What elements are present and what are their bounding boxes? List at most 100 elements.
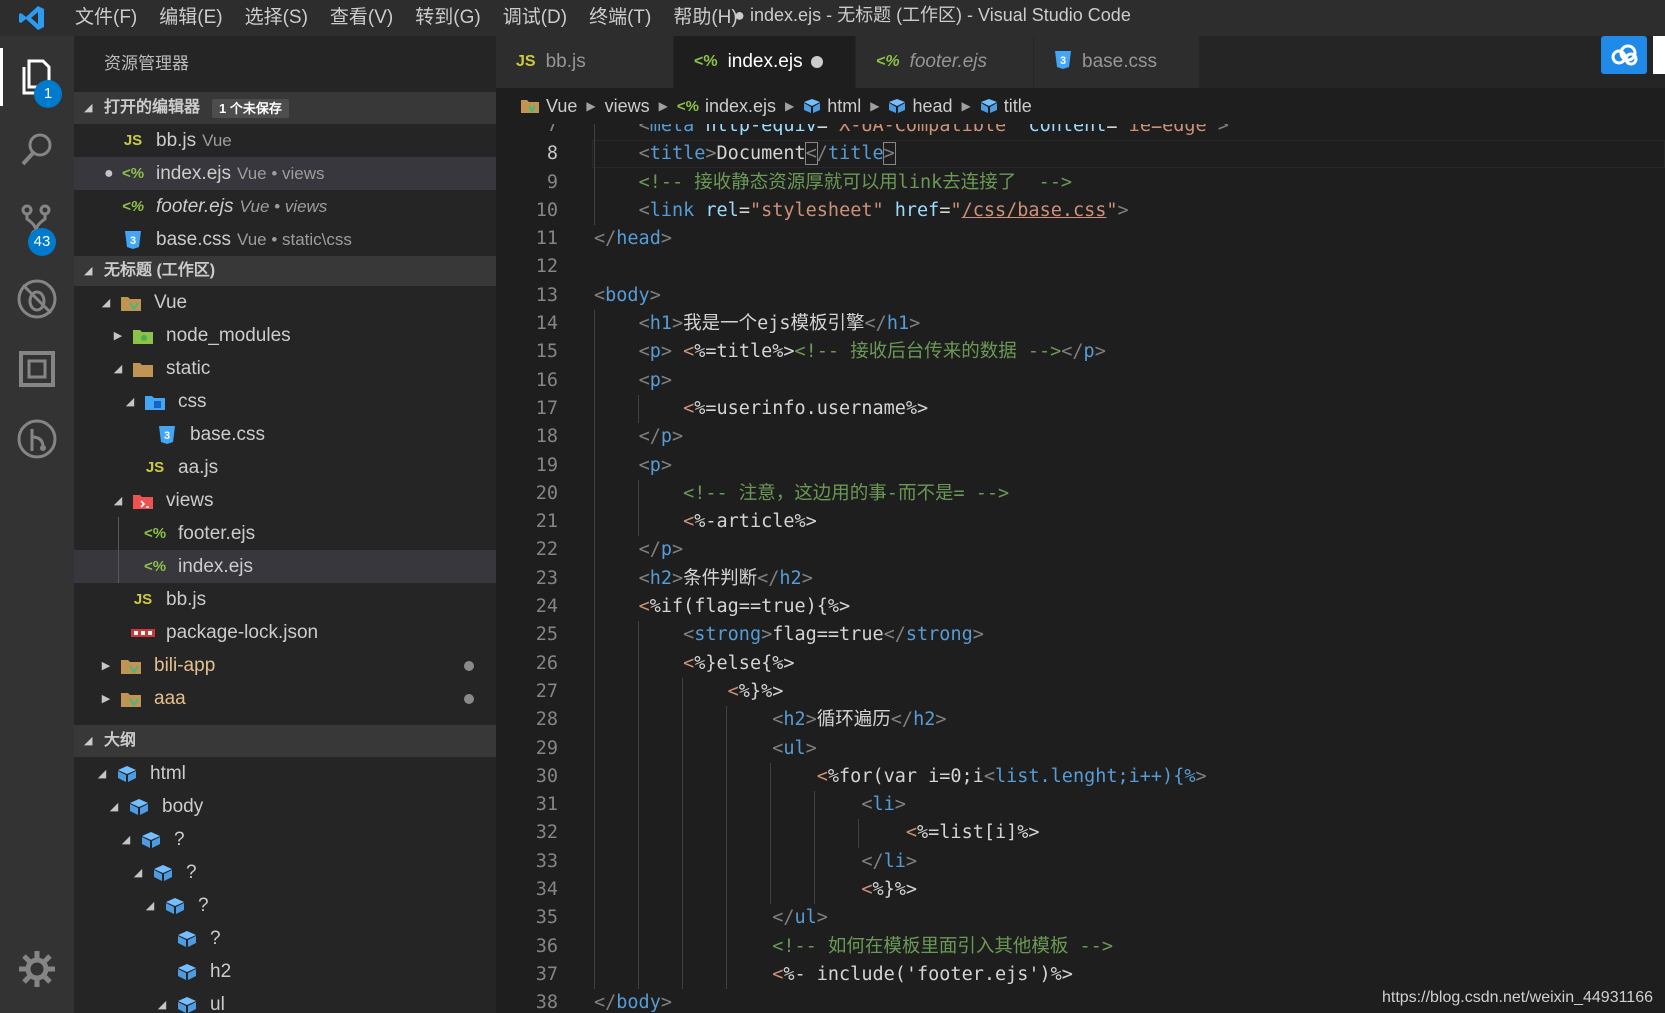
tree-item-vue[interactable]: ◢ Vue <box>74 286 496 319</box>
folder-open-icon <box>128 360 158 378</box>
outline-item[interactable]: ? <box>74 922 496 955</box>
line-number: 13 <box>535 284 558 306</box>
unsaved-badge: 1 个未保存 <box>212 98 289 118</box>
tab-footer-ejs[interactable]: <% footer.ejs <box>856 36 1034 88</box>
line-number: 35 <box>535 907 558 929</box>
tree-item-footer-ejs[interactable]: <% footer.ejs <box>74 517 496 550</box>
vue-folder-icon <box>116 294 146 312</box>
tree-item-package-lock[interactable]: package-lock.json <box>74 616 496 649</box>
line-number: 16 <box>535 369 558 391</box>
outline-item[interactable]: ◢ ? <box>74 823 496 856</box>
breadcrumb-item[interactable]: Vue <box>520 96 577 117</box>
code-editor[interactable]: 7 <meta http-equiv="X-UA-Compatible" con… <box>496 124 1665 1013</box>
modified-dot-icon <box>464 660 474 671</box>
open-editors-header[interactable]: ◢ 打开的编辑器 1 个未保存 <box>74 92 496 124</box>
breadcrumb-item[interactable]: views <box>605 96 650 117</box>
outline-item[interactable]: ◢ ul <box>74 988 496 1013</box>
line-number: 20 <box>535 482 558 504</box>
tree-item-bb-js[interactable]: JS bb.js <box>74 583 496 616</box>
git-graph-icon <box>17 419 57 459</box>
outline-item[interactable]: ◢ body <box>74 790 496 823</box>
outline-header[interactable]: ◢ 大纲 <box>74 725 496 757</box>
tree-item-node-modules[interactable]: ▶ node_modules <box>74 319 496 352</box>
chevron-right-icon: ▶ <box>785 99 795 113</box>
tree-item-views[interactable]: ◢ views <box>74 484 496 517</box>
line-text: <p> <%=title%><!-- 接收后台传来的数据 --></p> <box>594 338 1106 367</box>
unsaved-dot-icon[interactable] <box>811 56 823 68</box>
search-activity-button[interactable] <box>0 112 74 186</box>
code-line: 31 <li> <box>496 791 1665 820</box>
breadcrumb-label: index.ejs <box>704 95 776 116</box>
tree-item-label: aaa <box>154 687 186 709</box>
line-number: 14 <box>535 313 558 335</box>
ejs-file-icon: <% <box>876 53 900 70</box>
tree-item-bili-app[interactable]: ▶ bili-app <box>74 649 496 682</box>
extensions-activity-button[interactable] <box>0 332 74 406</box>
outline-item[interactable]: ◢ ? <box>74 889 496 922</box>
code-line: 12 <box>496 253 1665 281</box>
breadcrumb-item[interactable]: head <box>888 96 953 117</box>
menu-selection[interactable]: 选择(S) <box>234 0 319 36</box>
debug-activity-button[interactable] <box>0 262 74 336</box>
chevron-right-icon: ▶ <box>961 99 971 113</box>
tab-index-ejs[interactable]: <% index.ejs <box>674 36 856 88</box>
menu-edit[interactable]: 编辑(E) <box>148 0 233 36</box>
chevron-right-icon: ▶ <box>870 99 880 113</box>
tree-item-css[interactable]: ◢ css <box>74 385 496 418</box>
remote-activity-button[interactable] <box>0 402 74 476</box>
open-editor-item[interactable]: JS bb.js Vue <box>74 124 496 157</box>
unsaved-dot-icon[interactable]: ● <box>104 165 114 183</box>
outline-item-label: ? <box>174 828 185 850</box>
tree-item-label: css <box>178 390 207 412</box>
indent-guide <box>118 517 119 550</box>
views-folder-icon <box>128 492 158 510</box>
breadcrumb-item[interactable]: <% index.ejs <box>677 96 776 117</box>
explorer-sidebar: 资源管理器 ◢ 打开的编辑器 1 个未保存 JS bb.js Vue ● <% … <box>74 36 496 1013</box>
code-line: 19 <p> <box>496 451 1665 480</box>
breadcrumb-item[interactable]: title <box>980 96 1032 117</box>
chevron-down-icon: ◢ <box>101 297 111 309</box>
settings-activity-button[interactable] <box>0 932 74 1006</box>
element-cube-icon <box>112 765 142 783</box>
tree-item-aaa[interactable]: ▶ aaa <box>74 682 496 715</box>
line-number: 11 <box>535 228 558 250</box>
line-text: </li> <box>594 847 917 877</box>
tab-base-css[interactable]: 3 base.css <box>1034 36 1200 88</box>
chevron-down-icon: ◢ <box>84 265 93 277</box>
tab-bb-js[interactable]: JS bb.js <box>496 36 674 88</box>
outline-item[interactable]: ◢ ? <box>74 856 496 889</box>
line-text: </head> <box>594 228 672 250</box>
tree-item-index-ejs[interactable]: <% index.ejs <box>74 550 496 583</box>
code-line: 24 <%if(flag==true){%> <box>496 593 1665 622</box>
menu-file[interactable]: 文件(F) <box>64 0 148 36</box>
menu-help[interactable]: 帮助(H) <box>662 0 748 36</box>
line-text: <%-article%> <box>594 508 817 537</box>
outline-item[interactable]: h2 <box>74 955 496 988</box>
line-number: 37 <box>535 963 558 985</box>
open-editor-item[interactable]: 3 base.css Vue • static\css <box>74 223 496 256</box>
line-number: 33 <box>535 850 558 872</box>
menu-view[interactable]: 查看(V) <box>319 0 404 36</box>
breadcrumb-item[interactable]: html <box>803 96 861 117</box>
open-editor-desc: Vue • views <box>237 163 325 183</box>
line-number: 34 <box>535 879 558 901</box>
explorer-badge: 1 <box>34 80 62 108</box>
line-text: <%}%> <box>594 876 917 905</box>
source-control-activity-button[interactable]: 43 <box>0 186 74 260</box>
explorer-activity-button[interactable]: 1 <box>0 40 74 114</box>
workspace-header[interactable]: ◢ 无标题 (工作区) <box>74 256 496 286</box>
open-editor-item[interactable]: <% footer.ejs Vue • views <box>74 190 496 223</box>
menu-debug[interactable]: 调试(D) <box>492 0 578 36</box>
menu-goto[interactable]: 转到(G) <box>404 0 491 36</box>
tree-item-label: base.css <box>190 423 265 445</box>
code-line: 10 <link rel="stylesheet" href="/css/bas… <box>496 196 1665 226</box>
menu-terminal[interactable]: 终端(T) <box>578 0 662 36</box>
tree-item-aa-js[interactable]: JS aa.js <box>74 451 496 484</box>
tree-item-label: static <box>166 357 211 379</box>
cloud-sync-button[interactable] <box>1601 36 1647 74</box>
tree-item-static[interactable]: ◢ static <box>74 352 496 385</box>
tree-item-base-css[interactable]: 3 base.css <box>74 418 496 451</box>
outline-item[interactable]: ◢ html <box>74 757 496 790</box>
code-line: 30 <%for(var i=0;i<list.lenght;i++){%> <box>496 762 1665 792</box>
open-editor-item[interactable]: ● <% index.ejs Vue • views <box>74 157 496 190</box>
